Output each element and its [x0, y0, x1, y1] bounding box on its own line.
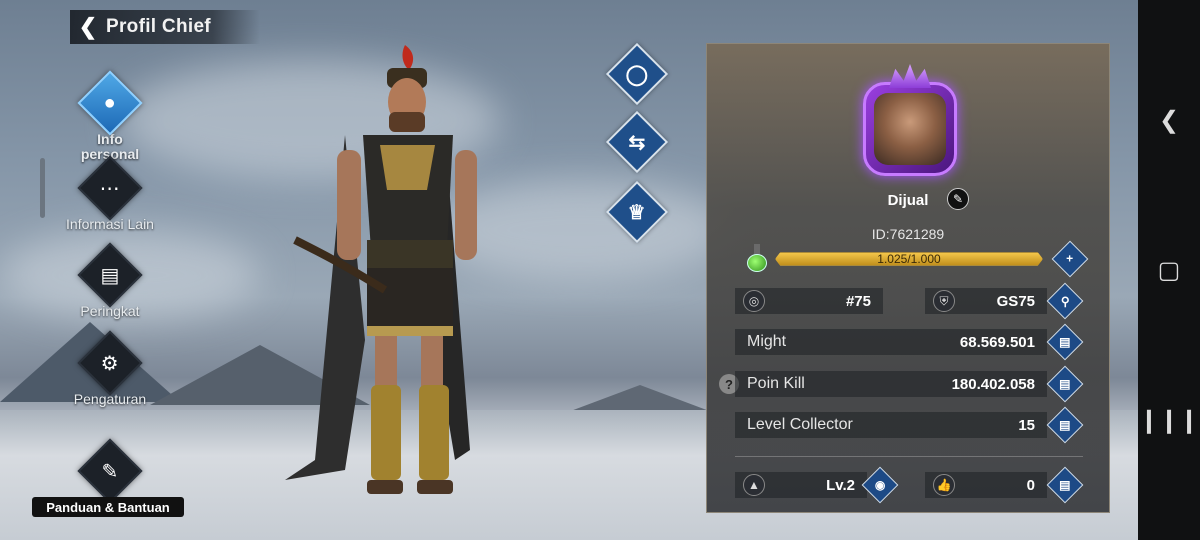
avatar-portrait: [874, 93, 946, 165]
thumbs-up-icon[interactable]: 👍: [933, 474, 955, 496]
laurel-button[interactable]: ◯: [605, 42, 669, 106]
divider: [735, 456, 1083, 457]
plus-icon: +: [1066, 251, 1074, 266]
gs-box: ⛨ GS75: [925, 288, 1047, 314]
menu-item-panduan[interactable]: ✎: [40, 438, 180, 504]
swap-button[interactable]: ⇆: [605, 110, 669, 174]
kill-row: Poin Kill 180.402.058: [735, 371, 1047, 397]
laurel-icon: ◯: [625, 63, 649, 86]
page-title: Profil Chief: [106, 16, 211, 37]
ranking-icon: ▤: [1059, 478, 1071, 492]
might-row: Might 68.569.501: [735, 329, 1047, 355]
likes-box: 👍 0: [925, 472, 1047, 498]
exp-row: 1.025/1.000 +: [739, 240, 1099, 278]
rank-value: #75: [845, 292, 871, 310]
ranking-icon: ▤: [1059, 335, 1071, 349]
frame-crown-icon: [889, 64, 931, 88]
gear-icon: ⚙: [77, 330, 143, 396]
exp-text: 1.025/1.000: [877, 252, 941, 266]
home-icon[interactable]: ▢: [1138, 250, 1200, 290]
collector-ranking-button[interactable]: ▤: [1046, 406, 1084, 444]
ranking-icon: ▤: [1059, 418, 1071, 432]
search-gs-button[interactable]: ⚲: [1046, 282, 1084, 320]
title-bar: ❮ Profil Chief: [70, 10, 260, 44]
location-pin-icon: ◉: [874, 477, 886, 492]
edit-name-icon[interactable]: ✎: [947, 188, 969, 210]
kill-label: Poin Kill: [747, 375, 805, 392]
book-icon: ✎: [77, 438, 143, 504]
recent-apps-icon[interactable]: ❙❙❙: [1138, 400, 1200, 440]
might-label: Might: [747, 333, 787, 350]
avatar-frame: [863, 82, 957, 176]
crown-icon: ♕: [628, 201, 646, 224]
gs-value: GS75: [996, 292, 1035, 310]
player-id: ID:7621289: [871, 226, 945, 242]
exp-potion-icon[interactable]: [745, 244, 769, 272]
menu-label-panduan[interactable]: Panduan & Bantuan: [32, 497, 184, 517]
location-button[interactable]: ◉: [861, 466, 899, 504]
collector-value: 15: [1018, 416, 1035, 434]
likes-ranking-button[interactable]: ▤: [1046, 466, 1084, 504]
avatar[interactable]: [855, 64, 965, 182]
menu-item-peringkat[interactable]: ▤ Peringkat: [40, 242, 180, 319]
collector-row: Level Collector 15: [735, 412, 1047, 438]
collector-label: Level Collector: [747, 416, 853, 433]
search-icon: ⚲: [1060, 293, 1070, 308]
more-icon: ⋯: [77, 155, 143, 221]
profile-icon: ●: [77, 70, 143, 136]
menu-item-informasi-lain[interactable]: ⋯ Informasi Lain: [40, 155, 180, 232]
gs-shield-icon: ⛨: [933, 290, 955, 312]
player-name: Dijual: [887, 192, 929, 209]
ranking-icon: ▤: [77, 242, 143, 308]
rank-icon: ◎: [743, 290, 765, 312]
mountain-icon: ▲: [743, 474, 765, 496]
menu-item-info-personal[interactable]: ● Info personal: [40, 70, 180, 162]
might-value: 68.569.501: [959, 333, 1035, 351]
ranking-icon: ▤: [1059, 377, 1071, 391]
might-ranking-button[interactable]: ▤: [1046, 323, 1084, 361]
chief-character: [285, 45, 477, 494]
kill-ranking-button[interactable]: ▤: [1046, 365, 1084, 403]
level-box: ▲ Lv.2: [735, 472, 867, 498]
rank-box: ◎ #75: [735, 288, 883, 314]
exp-add-button[interactable]: +: [1051, 240, 1089, 278]
profile-panel: Dijual ✎ ID:7621289 1.025/1.000 + ◎ #75 …: [706, 43, 1110, 513]
menu-item-pengaturan[interactable]: ⚙ Pengaturan: [40, 330, 180, 407]
likes-value: 0: [1026, 476, 1035, 494]
system-nav-bar: ❮ ▢ ❙❙❙: [1138, 0, 1200, 540]
swap-icon: ⇆: [628, 131, 646, 154]
kill-value: 180.402.058: [951, 375, 1035, 393]
back-icon[interactable]: ❮: [1138, 100, 1200, 140]
back-arrow-icon[interactable]: ❮: [70, 10, 106, 44]
